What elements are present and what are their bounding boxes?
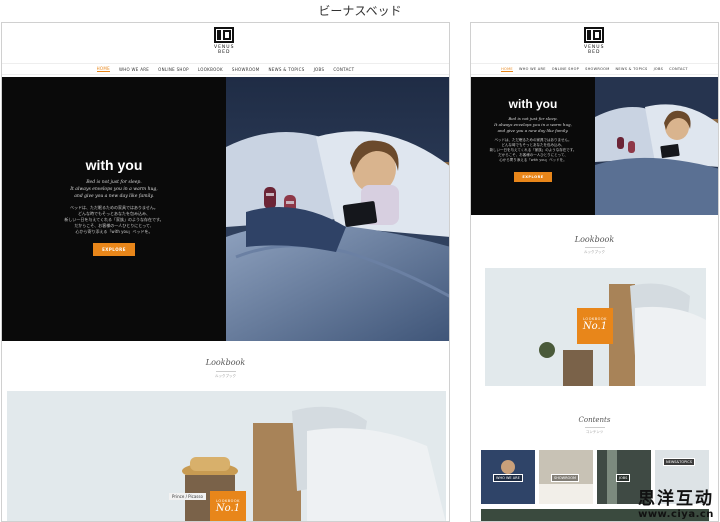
nav-online-shop[interactable]: ONLINE SHOP [158,67,189,72]
hero-en-line: Bed is not just for sleep. [86,180,142,185]
hero-en-line: It always envelops you in a warm hug, [70,187,158,192]
lookbook-divider [585,247,605,248]
nav-who-we-are[interactable]: WHO WE ARE [119,67,149,72]
lookbook-photo[interactable]: Prince / Picasso LOOKBOOK No.1 [7,391,446,521]
tile-label: WHO WE ARE [493,474,523,482]
badge-number: No.1 [215,503,241,514]
nav-who-we-are[interactable]: WHO WE ARE [519,67,546,71]
contents-title: Contents [578,416,611,424]
logo-text-2: BED [218,50,231,55]
main-nav-small: HOME WHO WE ARE ONLINE SHOP SHOWROOM NEW… [471,63,718,75]
nav-home[interactable]: HOME [96,66,110,72]
logo-icon [584,27,605,43]
watermark-url: www.ciya.cn [638,509,714,520]
watermark-cn: 思洋互动 [638,489,714,509]
tile-image [501,460,515,474]
hero-text-panel-small: with you Bed is not just for sleep. It a… [471,77,595,215]
nav-online-shop[interactable]: ONLINE SHOP [552,67,579,71]
contents-divider [585,427,605,428]
site-logo[interactable]: VENUS BED [214,27,235,55]
page-caption: ビーナスベッド [318,4,402,18]
site-logo-small[interactable]: VENUS BED [584,27,605,55]
nav-showroom[interactable]: SHOWROOM [232,67,260,72]
screenshot: { "caption": "ビーナスベッド", "logo": {"line1"… [0,0,720,522]
lookbook-badge[interactable]: LOOKBOOK No.1 [577,308,613,344]
logo-text-2: BED [588,50,601,55]
watermark-logo: 思洋互动 www.ciya.cn [638,484,714,520]
tile-label: SHOWROOM [551,474,580,482]
nav-news-topics[interactable]: NEWS & TOPICS [268,67,304,72]
lookbook-divider [216,371,236,372]
lookbook-title: Lookbook [574,235,615,244]
explore-button[interactable]: EXPLORE [93,243,135,256]
contents-tile-who-we-are[interactable]: WHO WE ARE [481,450,535,504]
nav-home[interactable]: HOME [501,67,513,72]
tablet-preview: VENUS BED HOME WHO WE ARE ONLINE SHOP SH… [470,22,719,522]
lookbook-subtitle: ルックブック [215,374,236,378]
contents-subtitle: コンテンツ [585,430,604,434]
hero-jp-line: 心から寄り添える「with you」ベッドを。 [499,158,567,162]
hero-en-line: and give you a new day like family. [74,194,154,199]
lookbook-title: Lookbook [205,358,246,367]
nav-news-topics[interactable]: NEWS & TOPICS [616,67,648,71]
hero-photo-small [595,77,718,215]
nav-showroom[interactable]: SHOWROOM [585,67,609,71]
nav-lookbook[interactable]: LOOKBOOK [198,67,223,72]
book-label: Prince / Picasso [169,493,206,500]
logo-icon [214,27,235,43]
explore-button[interactable]: EXPLORE [514,172,552,182]
lookbook-photo-small[interactable]: LOOKBOOK No.1 [485,268,706,386]
tile-label: NEWS&TOPICS [663,458,695,466]
hero-photo [226,77,449,341]
hero-photo-illustration [226,77,449,341]
main-nav: HOME WHO WE ARE ONLINE SHOP LOOKBOOK SHO… [2,63,449,75]
contents-tile-showroom[interactable]: SHOWROOM [539,450,593,504]
tile-image [539,484,593,504]
hero-title: with you [508,97,558,111]
nav-jobs[interactable]: JOBS [654,67,664,71]
hero-jp-line: 心から寄り添える「with you」ベッドを。 [75,229,153,234]
tile-label: JOBS [616,474,631,482]
nav-contact[interactable]: CONTACT [333,67,354,72]
hero-text-panel: with you Bed is not just for sleep. It a… [2,77,226,341]
lookbook-subtitle: ルックブック [584,250,605,254]
nav-jobs[interactable]: JOBS [314,67,325,72]
nav-contact[interactable]: CONTACT [669,67,688,71]
hero-photo-illustration [595,77,718,215]
hero-title: with you [85,157,143,173]
desktop-preview: VENUS BED HOME WHO WE ARE ONLINE SHOP LO… [1,22,450,522]
badge-number: No.1 [582,321,608,332]
lookbook-badge[interactable]: LOOKBOOK No.1 [210,491,246,521]
hero-en-line: and give you a new day like family. [497,128,569,133]
